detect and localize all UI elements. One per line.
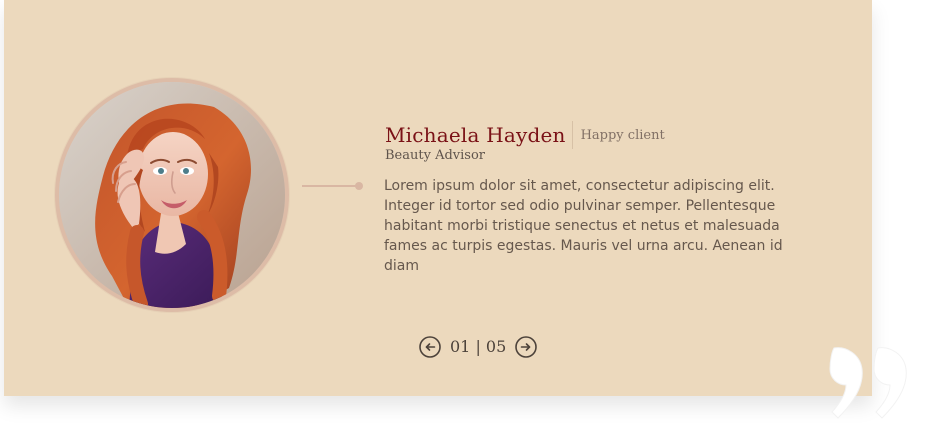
client-role: Beauty Advisor — [385, 148, 485, 163]
testimonial-text: Lorem ipsum dolor sit amet, consectetur … — [384, 178, 783, 274]
pagination: 01 | 05 — [419, 335, 538, 359]
connector-dot — [355, 182, 363, 190]
header-divider — [571, 121, 573, 149]
next-button[interactable] — [515, 336, 538, 358]
testimonial-page: Michaela Hayden Happy client Beauty Advi… — [0, 0, 934, 439]
client-photo — [59, 82, 285, 308]
page-counter: 01 | 05 — [450, 337, 507, 356]
avatar — [55, 78, 289, 312]
previous-button[interactable] — [419, 336, 441, 358]
testimonial-card: Michaela Hayden Happy client Beauty Advi… — [4, 0, 872, 396]
connector-line — [302, 185, 361, 187]
client-tag: Happy client — [580, 127, 665, 143]
closing-quote-icon — [822, 334, 928, 430]
portrait-illustration — [59, 82, 285, 308]
arrow-right-circle-icon — [515, 336, 538, 358]
arrow-left-circle-icon — [419, 336, 441, 358]
testimonial-header: Michaela Hayden Happy client — [385, 121, 665, 149]
client-name: Michaela Hayden — [385, 123, 566, 147]
